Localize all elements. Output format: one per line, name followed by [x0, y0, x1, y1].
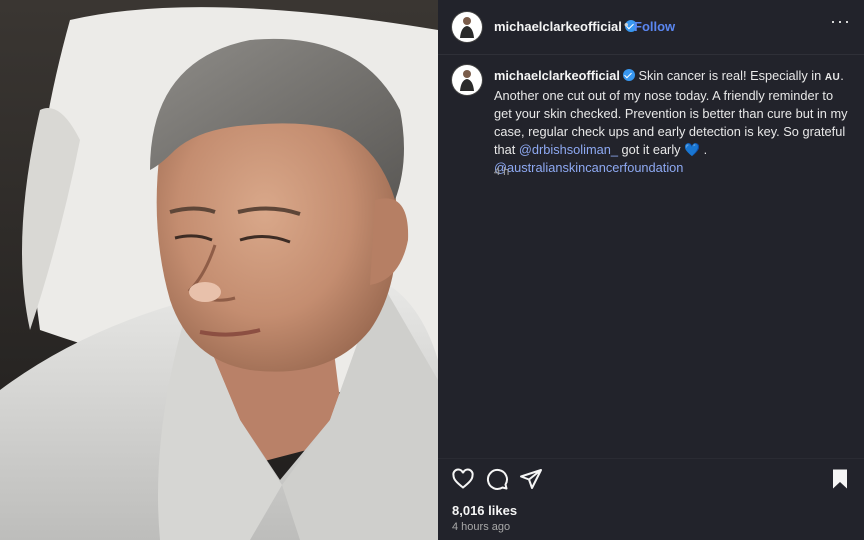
follow-button[interactable]: Follow	[634, 19, 675, 34]
mention-link[interactable]: @drbishsoliman_	[519, 142, 618, 157]
caption-timestamp[interactable]: 4 h	[494, 166, 509, 178]
post-header: michaelclarkeofficial • Follow ···	[438, 0, 864, 55]
blue-heart-emoji: 💙	[684, 142, 701, 157]
post-side-panel: michaelclarkeofficial • Follow ··· micha…	[438, 0, 864, 540]
header-username[interactable]: michaelclarkeofficial	[494, 19, 637, 34]
heart-icon[interactable]	[451, 467, 475, 491]
instagram-post: michaelclarkeofficial • Follow ··· micha…	[0, 0, 864, 540]
action-bar	[438, 458, 864, 499]
mention-link[interactable]: @australianskincancerfoundation	[494, 160, 683, 175]
bookmark-icon[interactable]	[828, 467, 852, 491]
avatar-figure-icon	[460, 70, 474, 91]
caption-text-part: .	[700, 142, 708, 157]
share-icon[interactable]	[519, 467, 543, 491]
avatar[interactable]	[452, 12, 482, 42]
post-timestamp[interactable]: 4 hours ago	[452, 521, 510, 533]
caption-username[interactable]: michaelclarkeofficial	[494, 68, 620, 83]
post-photo[interactable]	[0, 0, 438, 540]
caption-avatar[interactable]	[452, 65, 482, 95]
caption-text: michaelclarkeofficial Skin cancer is rea…	[494, 67, 854, 177]
avatar-figure-icon	[460, 17, 474, 38]
caption-text-part: got it early	[617, 142, 685, 157]
separator-dot: •	[624, 17, 629, 32]
selfie-image	[0, 0, 438, 540]
caption-text-part: Skin cancer is real! Especially in	[634, 68, 825, 83]
more-horizontal-icon[interactable]: ···	[830, 12, 850, 32]
verified-badge-icon	[622, 69, 635, 81]
likes-count[interactable]: 8,016 likes	[452, 503, 517, 518]
caption-au: AU	[824, 72, 841, 83]
comment-icon[interactable]	[485, 467, 509, 491]
